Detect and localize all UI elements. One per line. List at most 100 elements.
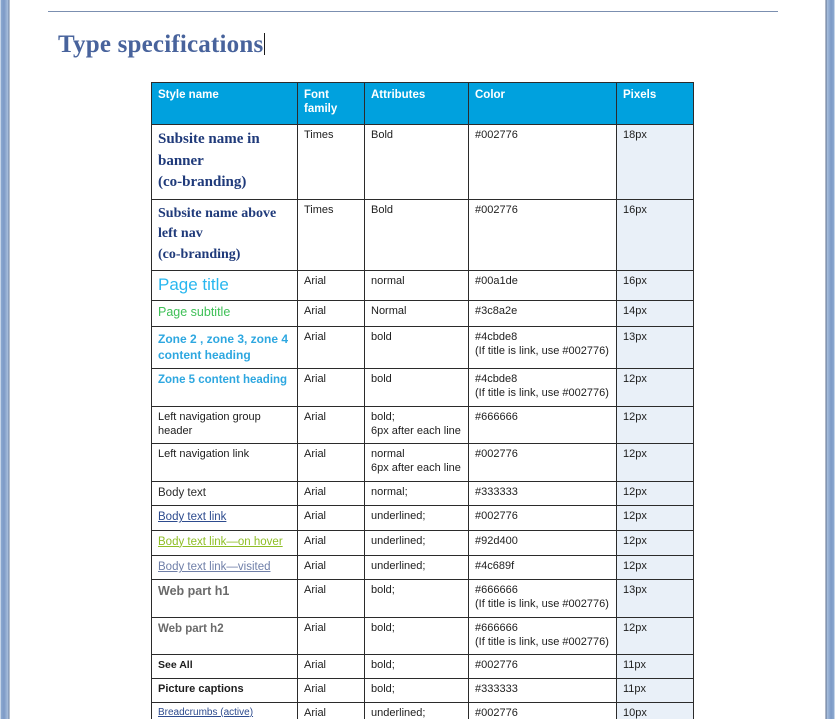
style-sample-plain: Left navigation link xyxy=(158,448,291,462)
style-sample-line: Zone 2 , zone 3, zone 4 content heading xyxy=(158,331,289,363)
style-sample-webpart-h2: Web part h2 xyxy=(158,622,291,636)
style-sample-line: Page subtitle xyxy=(158,305,231,320)
column-header-color: Color xyxy=(468,82,617,125)
color-line: #666666 xyxy=(475,621,518,634)
style-sample-link: Body text link xyxy=(158,510,291,524)
cell-color: #00a1de xyxy=(468,269,617,302)
style-sample-zone5: Zone 5 content heading xyxy=(158,373,291,389)
cell-attributes: bold xyxy=(364,325,469,370)
cell-attributes: bold; xyxy=(364,678,469,703)
table-row: Subsite name in banner (co-branding) Times… xyxy=(151,123,694,201)
cell-pixels: 12px xyxy=(616,555,694,581)
table-row: Body text link—visited Arial underlined; #4… xyxy=(151,555,694,581)
cell-color: #002776 xyxy=(468,701,617,719)
attribute-line: 6px after each line xyxy=(371,424,461,437)
color-line: #4cbde8 xyxy=(475,373,518,386)
attribute-line: Bold xyxy=(371,128,394,141)
cell-font-family: Arial xyxy=(297,405,365,445)
cell-attributes: Bold xyxy=(364,123,469,201)
style-sample-webpart-h1: Web part h1 xyxy=(158,584,291,600)
style-sample-line: Subsite name in banner xyxy=(158,130,260,169)
attribute-line: underlined; xyxy=(371,560,426,573)
style-sample-picture-caption: Picture captions xyxy=(158,683,291,697)
cell-style-name: Subsite name above left nav (co-branding) xyxy=(151,199,298,271)
cell-attributes: bold; xyxy=(364,616,469,656)
cell-pixels: 16px xyxy=(616,269,694,302)
attribute-line: bold xyxy=(371,373,392,386)
cell-style-name: Body text link—on hover xyxy=(151,529,298,557)
cell-pixels: 12px xyxy=(616,616,694,656)
page-title: Type specifications xyxy=(58,31,266,59)
style-sample-line: Body text link—on hover xyxy=(158,535,283,548)
cell-pixels: 12px xyxy=(616,443,694,482)
style-sample-line: Breadcrumbs (active) xyxy=(158,706,254,718)
color-line: #002776 xyxy=(475,128,518,141)
cell-attributes: bold; 6px after each line xyxy=(364,405,469,445)
style-sample-see-all: See All xyxy=(158,659,291,672)
attribute-line: underlined; xyxy=(371,534,426,547)
table-row: Breadcrumbs (active) Arial underlined; #002… xyxy=(151,701,694,719)
attribute-line: bold xyxy=(371,330,392,343)
cell-color: #666666 (If title is link, use #002776) xyxy=(468,616,617,656)
attribute-line: underlined; xyxy=(371,510,426,523)
cell-pixels: 10px xyxy=(616,701,694,719)
cell-font-family: Arial xyxy=(297,579,365,618)
color-line: #3c8a2e xyxy=(475,305,518,318)
style-sample-breadcrumb-active: Breadcrumbs (active) xyxy=(158,707,291,719)
cell-style-name: Left navigation link xyxy=(151,443,298,482)
page-title-text: Type specifications xyxy=(58,31,264,58)
cell-font-family: Times xyxy=(297,199,365,271)
style-sample-link-visited: Body text link—visited xyxy=(158,560,291,574)
color-line: (If title is link, use #002776) xyxy=(475,344,609,357)
color-line: #002776 xyxy=(475,706,518,719)
style-sample-line: Body text link—visited xyxy=(158,561,271,574)
cell-attributes: underlined; xyxy=(364,701,469,719)
cell-color: #002776 xyxy=(468,443,617,482)
cell-attributes: bold xyxy=(364,368,469,407)
column-header-style-name: Style name xyxy=(151,82,298,125)
attribute-line: Bold xyxy=(371,204,394,216)
style-sample-line: Left navigation link xyxy=(158,448,250,461)
cell-pixels: 11px xyxy=(616,678,694,703)
color-line: #002776 xyxy=(475,510,518,523)
cell-attributes: underlined; xyxy=(364,555,469,581)
cell-font-family: Arial xyxy=(297,701,365,719)
cell-attributes: underlined; xyxy=(364,505,469,531)
table-row: Body text link—on hover Arial underlined; #… xyxy=(151,529,694,557)
table-row: Zone 5 content heading Arial bold #4cbde8 (I… xyxy=(151,368,694,407)
attribute-line: Normal xyxy=(371,305,407,318)
table-row: See All Arial bold; #002776 11px xyxy=(151,654,694,680)
text-caret xyxy=(264,33,266,55)
cell-attributes: normal xyxy=(364,269,469,302)
cell-font-family: Arial xyxy=(297,654,365,680)
table-row: Page subtitle Arial Normal #3c8a2e 14px xyxy=(151,300,694,327)
cell-style-name: See All xyxy=(151,654,298,680)
cell-pixels: 12px xyxy=(616,368,694,407)
cell-style-name: Body text link xyxy=(151,505,298,531)
cell-style-name: Page subtitle xyxy=(151,300,298,327)
attribute-line: bold; xyxy=(371,621,395,634)
style-sample-line: Page title xyxy=(158,274,229,294)
cell-color: #92d400 xyxy=(468,529,617,557)
cell-pixels: 12px xyxy=(616,405,694,445)
cell-font-family: Arial xyxy=(297,505,365,531)
cell-pixels: 18px xyxy=(616,123,694,201)
cell-style-name: Subsite name in banner (co-branding) xyxy=(151,123,298,201)
cell-style-name: Left navigation group header xyxy=(151,405,298,445)
table-row: Web part h2 Arial bold; #666666 (If title is… xyxy=(151,616,694,656)
cell-style-name: Zone 2 , zone 3, zone 4 content heading xyxy=(151,325,298,370)
color-line: (If title is link, use #002776) xyxy=(475,598,609,611)
table-row: Left navigation group header Arial bold; 6p… xyxy=(151,405,694,445)
style-sample-line: Web part h1 xyxy=(158,584,230,599)
style-sample-page-subtitle: Page subtitle xyxy=(158,305,291,321)
attribute-line: bold; xyxy=(371,683,395,696)
cell-font-family: Arial xyxy=(297,555,365,581)
attribute-line: underlined; xyxy=(371,706,426,719)
color-line: #92d400 xyxy=(475,534,518,547)
cell-style-name: Web part h1 xyxy=(151,579,298,618)
document-page: Type specifications Style name Font fami… xyxy=(10,0,825,719)
attribute-line: 6px after each line xyxy=(371,462,461,475)
color-line: #666666 xyxy=(475,584,518,597)
cell-font-family: Arial xyxy=(297,269,365,302)
color-line: #333333 xyxy=(475,485,518,498)
